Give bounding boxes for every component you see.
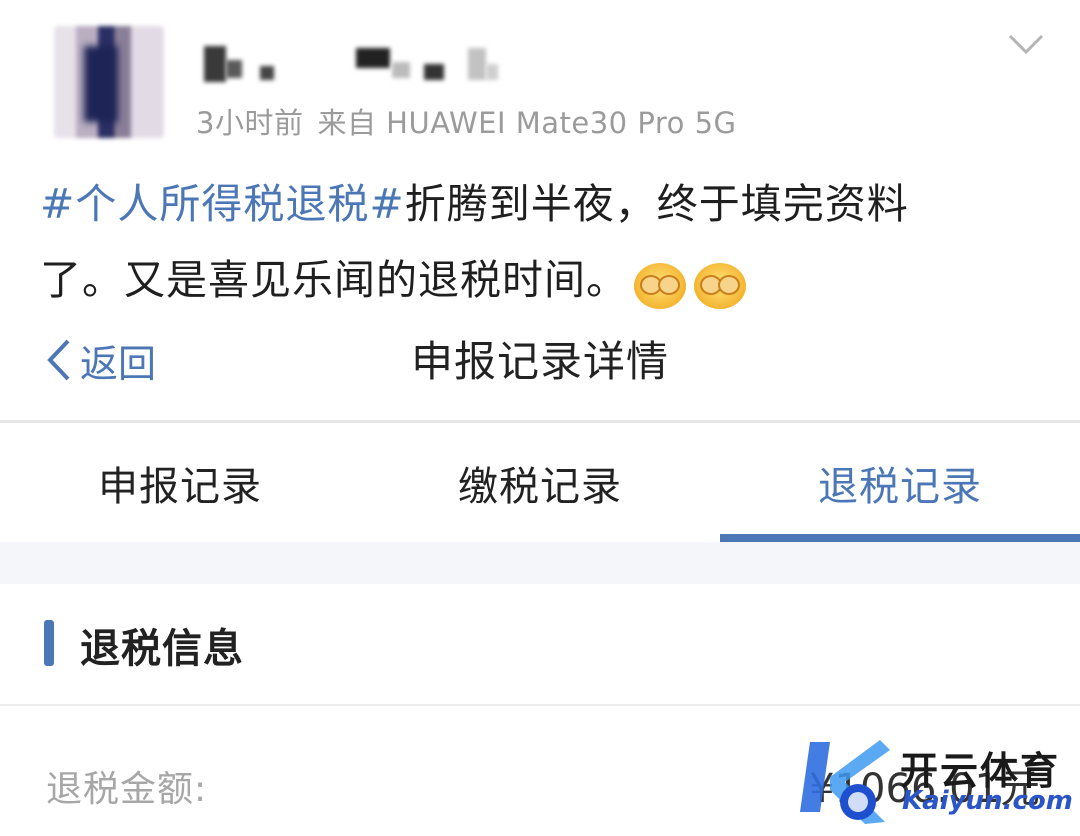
chevron-down-icon[interactable] [1006,32,1046,56]
emoji-cover-eyes-icon [634,263,686,309]
refund-info-section: 退税信息 [0,584,1080,704]
username-blurred[interactable] [198,42,508,84]
post-text-line1: 折腾到半夜，终于填完资料 [404,180,909,228]
avatar[interactable] [54,26,164,138]
watermark-url: Kaiyun.com [902,786,1073,816]
post-body: #个人所得税退税#折腾到半夜，终于填完资料 了。又是喜见乐闻的退税时间。 [40,166,1000,321]
section-accent-bar [44,620,54,666]
record-tabs: 申报记录 缴税记录 退税记录 [0,423,1080,543]
section-title: 退税信息 [80,626,244,672]
post-text-line2: 了。又是喜见乐闻的退税时间。 [40,256,628,304]
post-header: 3小时前 来自 HUAWEI Mate30 Pro 5G [0,0,1080,160]
active-tab-indicator [720,534,1080,542]
section-spacer [0,542,1080,584]
tab-refund-records[interactable]: 退税记录 [720,423,1080,543]
post-source: 来自 HUAWEI Mate30 Pro 5G [317,106,737,140]
refund-amount-label: 退税金额: [46,769,208,810]
post-time: 3小时前 [196,106,304,140]
watermark-logo-icon [800,740,890,824]
emoji-group [634,245,754,321]
tab-tax-payment-records[interactable]: 缴税记录 [360,423,720,543]
post-meta: 3小时前 来自 HUAWEI Mate30 Pro 5G [196,100,737,142]
tab-declaration-records[interactable]: 申报记录 [0,423,360,543]
watermark: 开云体育 Kaiyun.com [790,732,1080,832]
app-navbar: 返回 申报记录详情 [0,318,1080,420]
page-title: 申报记录详情 [410,337,669,386]
hashtag-link[interactable]: #个人所得税退税# [40,180,405,228]
emoji-cover-eyes-icon [694,263,746,309]
